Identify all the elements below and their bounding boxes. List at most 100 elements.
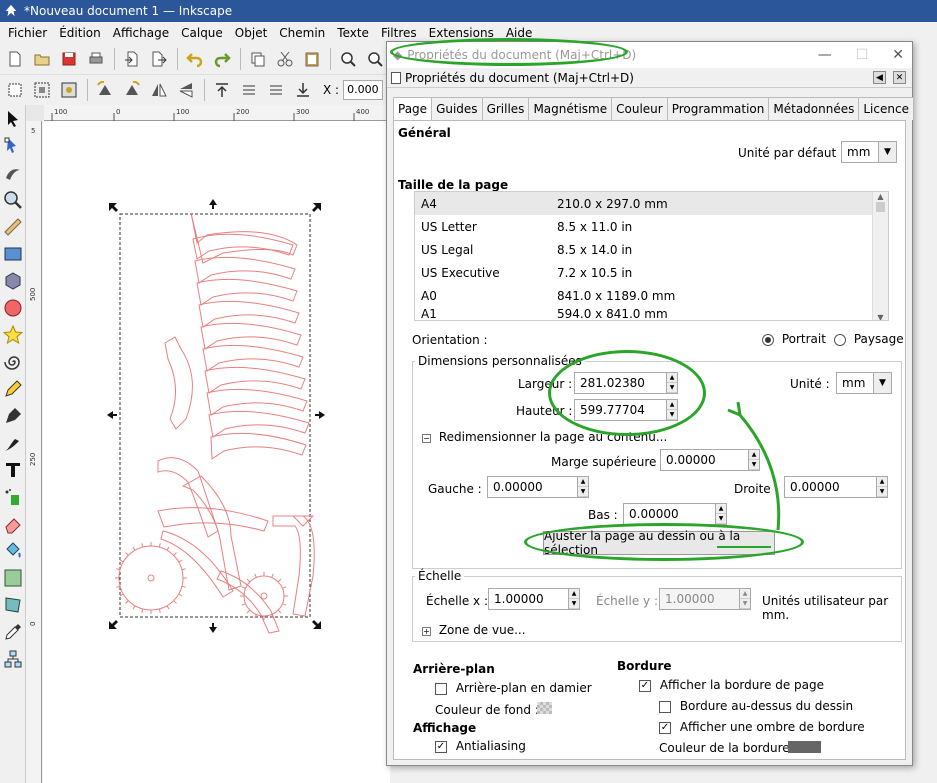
raise-to-top-button[interactable]	[209, 77, 235, 103]
invert-selection-button[interactable]	[56, 77, 82, 103]
right-spin-buttons[interactable]: ▲ ▼	[876, 477, 887, 497]
tab-page[interactable]: Page	[393, 97, 433, 122]
spin-up-icon[interactable]: ▲	[667, 400, 677, 410]
selection-handles[interactable]	[107, 199, 325, 633]
tab-guides[interactable]: Guides	[431, 97, 483, 120]
minimize-icon[interactable]: —	[818, 47, 832, 63]
scroll-thumb[interactable]	[876, 202, 885, 212]
selector-tool[interactable]	[0, 105, 26, 132]
flip-horizontal-button[interactable]	[146, 77, 172, 103]
viewbox-expander[interactable]: + Zone de vue...	[422, 623, 526, 637]
rectangle-tool[interactable]	[0, 240, 26, 267]
3d-box-tool[interactable]	[0, 267, 26, 294]
menu-chemin[interactable]: Chemin	[273, 26, 331, 40]
calligraphy-tool[interactable]	[0, 429, 26, 456]
scale-x-input[interactable]: 1.00000 ▲ ▼	[488, 588, 580, 610]
list-item[interactable]: US Executive 7.2 x 10.5 in	[415, 261, 888, 284]
connector-tool[interactable]	[0, 645, 26, 672]
tab-grilles[interactable]: Grilles	[481, 97, 530, 120]
scroll-up-icon[interactable]: ▲	[873, 192, 888, 201]
pencil-tool[interactable]	[0, 375, 26, 402]
spin-down-icon[interactable]: ▼	[569, 599, 579, 609]
import-button[interactable]	[119, 46, 145, 72]
select-all-button[interactable]	[2, 77, 28, 103]
x-input[interactable]: 0.000	[343, 80, 384, 100]
horizontal-ruler[interactable]: 100 0 100 200 300 400	[44, 105, 389, 121]
zoom-drawing-button[interactable]	[362, 46, 388, 72]
select-all-layers-button[interactable]	[29, 77, 55, 103]
spin-down-icon[interactable]: ▼	[667, 383, 677, 393]
gradient-tool[interactable]	[0, 564, 26, 591]
menu-filtres[interactable]: Filtres	[375, 26, 423, 40]
open-button[interactable]	[29, 46, 55, 72]
spin-up-icon[interactable]: ▲	[667, 373, 677, 383]
spin-up-icon[interactable]: ▲	[578, 477, 588, 487]
antialiasing-checkbox[interactable]: ✓ Antialiasing	[435, 739, 526, 753]
menu-objet[interactable]: Objet	[229, 26, 273, 40]
close-icon[interactable]: ✕	[892, 47, 904, 63]
menu-texte[interactable]: Texte	[331, 26, 375, 40]
list-item[interactable]: A4 210.0 x 297.0 mm	[415, 192, 888, 215]
height-input[interactable]: 599.77704 ▲ ▼	[574, 399, 678, 421]
star-tool[interactable]	[0, 321, 26, 348]
spiral-tool[interactable]	[0, 348, 26, 375]
redo-button[interactable]	[209, 46, 235, 72]
cut-button[interactable]	[272, 46, 298, 72]
tab-licence[interactable]: Licence	[858, 97, 914, 120]
width-input[interactable]: 281.02380 ▲ ▼	[574, 372, 678, 394]
collapse-panel-button[interactable]: ◀	[873, 71, 886, 84]
zoom-tool[interactable]	[0, 186, 26, 213]
spin-down-icon[interactable]: ▼	[877, 487, 887, 497]
copy-button[interactable]	[245, 46, 271, 72]
width-spin-buttons[interactable]: ▲ ▼	[666, 373, 677, 393]
border-shadow-checkbox[interactable]: ✓ Afficher une ombre de bordure	[659, 720, 865, 734]
rotate-ccw-button[interactable]	[92, 77, 118, 103]
close-panel-button[interactable]: ✕	[893, 71, 906, 84]
list-item[interactable]: US Letter 8.5 x 11.0 in	[415, 215, 888, 238]
print-button[interactable]	[83, 46, 109, 72]
list-item[interactable]: A1 594.0 x 841.0 mm	[415, 307, 888, 319]
spin-down-icon[interactable]: ▼	[667, 410, 677, 420]
height-spin-buttons[interactable]: ▲ ▼	[666, 400, 677, 420]
tab-programmation[interactable]: Programmation	[666, 97, 770, 120]
menu-extensions[interactable]: Extensions	[423, 26, 500, 40]
scroll-down-icon[interactable]: ▼	[873, 313, 888, 320]
left-spin-buttons[interactable]: ▲ ▼	[577, 477, 588, 497]
menu-edition[interactable]: Édition	[53, 26, 107, 40]
default-unit-select[interactable]: mm ▼	[841, 141, 897, 163]
background-color-swatch[interactable]	[537, 702, 552, 714]
landscape-radio[interactable]: Paysage	[834, 332, 904, 346]
drawing-canvas[interactable]	[43, 121, 390, 783]
tab-couleur[interactable]: Couleur	[611, 97, 668, 120]
tab-metadonnees[interactable]: Métadonnées	[768, 97, 860, 120]
lower-button[interactable]	[263, 77, 289, 103]
paste-button[interactable]	[299, 46, 325, 72]
zoom-selection-button[interactable]	[335, 46, 361, 72]
save-button[interactable]	[56, 46, 82, 72]
spin-up-icon[interactable]: ▲	[877, 477, 887, 487]
pen-tool[interactable]	[0, 402, 26, 429]
unit-select[interactable]: mm ▼	[836, 372, 892, 394]
paint-bucket-tool[interactable]	[0, 537, 26, 564]
flip-vertical-button[interactable]	[173, 77, 199, 103]
undo-button[interactable]	[182, 46, 208, 72]
tab-magnetisme[interactable]: Magnétisme	[528, 97, 613, 120]
vertical-ruler[interactable]: 5 500 250 0	[26, 121, 42, 783]
menu-calque[interactable]: Calque	[175, 26, 229, 40]
text-tool[interactable]	[0, 456, 26, 483]
border-on-top-checkbox[interactable]: Bordure au-dessus du dessin	[659, 699, 853, 713]
raise-button[interactable]	[236, 77, 262, 103]
rotate-cw-button[interactable]	[119, 77, 145, 103]
mesh-tool[interactable]	[0, 591, 26, 618]
show-border-checkbox[interactable]: ✓ Afficher la bordure de page	[639, 678, 824, 692]
border-color-swatch[interactable]	[788, 741, 821, 753]
checkerboard-checkbox[interactable]: Arrière-plan en damier	[435, 681, 592, 695]
eraser-tool[interactable]	[0, 510, 26, 537]
dropper-tool[interactable]	[0, 618, 26, 645]
tweak-tool[interactable]	[0, 159, 26, 186]
page-list-scrollbar[interactable]: ▲ ▼	[872, 192, 888, 320]
spin-up-icon[interactable]: ▲	[569, 589, 579, 599]
ellipse-tool[interactable]	[0, 294, 26, 321]
maximize-icon[interactable]: ☐	[856, 47, 869, 63]
menu-aide[interactable]: Aide	[500, 26, 539, 40]
